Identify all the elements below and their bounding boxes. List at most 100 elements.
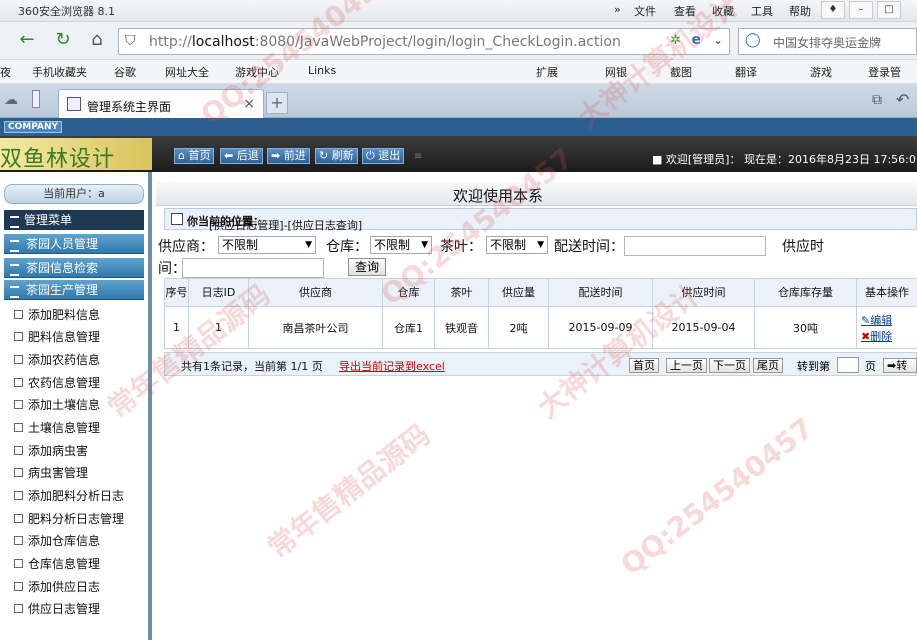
warehouse-select[interactable]: 不限制 ▼: [370, 236, 432, 254]
home-icon[interactable]: ⌂: [84, 28, 110, 54]
shield-icon: ⛉: [125, 33, 136, 49]
sidebar-item-fertilizer-mgmt[interactable]: 肥料信息管理: [13, 328, 100, 345]
sidebar-section-production[interactable]: 茶园生产管理: [4, 280, 144, 300]
col-delivery-time: 配送时间: [548, 278, 653, 307]
first-page-button[interactable]: 首页: [629, 358, 659, 373]
sidebar-item-warehouse-mgmt[interactable]: 仓库信息管理: [13, 555, 100, 572]
edit-link[interactable]: ✎编辑: [861, 312, 917, 328]
sidebar-item-fertilizer-log-mgmt[interactable]: 肥料分析日志管理: [13, 510, 124, 527]
fav-bank[interactable]: 网银: [605, 64, 627, 80]
fav-screenshot[interactable]: 截图: [670, 64, 692, 80]
company-strip: COMPANY: [0, 118, 917, 136]
tea-select[interactable]: 不限制 ▼: [486, 236, 548, 254]
fav-game-center[interactable]: 游戏中心: [235, 64, 279, 80]
cell-stock: 30吨: [754, 306, 857, 349]
fav-login[interactable]: 登录管: [868, 64, 901, 80]
sidebar-item-add-fertilizer[interactable]: 添加肥料信息: [13, 306, 100, 323]
next-page-button[interactable]: 下一页: [709, 358, 750, 373]
new-tab-button[interactable]: +: [266, 92, 288, 114]
fav-translate[interactable]: 翻译: [735, 64, 757, 80]
menu-help[interactable]: 帮助: [789, 3, 811, 19]
tab-main[interactable]: 管理系统主界面 ×: [58, 89, 264, 118]
menu-view[interactable]: 查看: [674, 3, 696, 19]
sidebar-item-add-pesticide[interactable]: 添加农药信息: [13, 351, 100, 368]
fav-google[interactable]: 谷歌: [114, 64, 136, 80]
fav-mobile[interactable]: 手机收藏夹: [32, 64, 87, 80]
delivery-time-label: 配送时间：: [554, 239, 624, 255]
goto-label: 转到第: [797, 360, 830, 373]
sidebar-item-add-fertilizer-log[interactable]: 添加肥料分析日志: [13, 487, 124, 504]
export-excel-link[interactable]: 导出当前记录到excel: [339, 358, 445, 374]
home-button[interactable]: ⌂ 首页: [174, 148, 215, 164]
col-stock: 仓库库存量: [754, 278, 857, 307]
close-icon[interactable]: ×: [243, 96, 255, 112]
minimize-icon[interactable]: –: [849, 1, 873, 19]
dropdown-chevron-icon[interactable]: ⌄: [713, 33, 723, 47]
cell-log-id: 1: [188, 306, 249, 349]
col-index: 序号: [164, 278, 189, 307]
logout-button[interactable]: ⏻ 退出: [362, 148, 405, 164]
sidebar-item-supply-log-mgmt[interactable]: 供应日志管理: [13, 600, 100, 617]
back-button[interactable]: ⬅ 后退: [220, 148, 263, 164]
menu-file[interactable]: 文件: [634, 3, 656, 19]
skin-icon[interactable]: ♦: [821, 1, 845, 19]
search-box[interactable]: ◯ 中国女排夺奥运金牌: [738, 28, 917, 55]
ie-icon[interactable]: e: [692, 32, 702, 48]
list-icon: [171, 213, 183, 225]
tab-list-icon[interactable]: ⧉: [872, 92, 882, 108]
fav-extensions[interactable]: 扩展: [536, 64, 558, 80]
col-log-id: 日志ID: [188, 278, 249, 307]
sidebar-toggle-icon[interactable]: [32, 90, 40, 108]
refresh-icon[interactable]: ↻: [50, 28, 76, 54]
col-warehouse: 仓库: [382, 278, 435, 307]
undo-icon[interactable]: ↶: [896, 90, 909, 109]
cell-actions: ✎编辑 ✖删除: [856, 306, 917, 349]
sidebar-item-add-soil[interactable]: 添加土壤信息: [13, 396, 100, 413]
address-bar[interactable]: ⛉ http://localhost:8080/JavaWebProject/l…: [118, 28, 730, 55]
content-title-bar: 欢迎使用本系: [156, 182, 917, 206]
delete-link[interactable]: ✖删除: [861, 328, 917, 344]
forward-button[interactable]: ➡ 前进: [267, 148, 310, 164]
sidebar-item-add-warehouse[interactable]: 添加仓库信息: [13, 532, 100, 549]
speed-icon[interactable]: ✲: [670, 33, 681, 48]
browser-titlebar: 360安全浏览器 8.1 » 文件 查看 收藏 工具 帮助 ♦ – □: [0, 0, 917, 22]
sidebar-item-pest-mgmt[interactable]: 病虫害管理: [13, 464, 88, 481]
restore-icon[interactable]: □: [877, 1, 901, 19]
supplier-label: 供应商：: [158, 239, 214, 255]
sidebar-item-add-supply-log[interactable]: 添加供应日志: [13, 578, 100, 595]
col-supply-time: 供应时间: [652, 278, 755, 307]
sidebar-item-add-pest[interactable]: 添加病虫害: [13, 442, 88, 459]
page-title: 欢迎使用本系: [453, 187, 544, 205]
refresh-button[interactable]: ↻ 刷新: [315, 148, 358, 164]
menu-arrow[interactable]: »: [614, 3, 621, 16]
col-tea: 茶叶: [434, 278, 489, 307]
sidebar: 当前用户：a 管理菜单 茶园人员管理 茶园信息检索 茶园生产管理 添加肥料信息 …: [0, 172, 152, 640]
col-supplier: 供应商: [248, 278, 383, 307]
sidebar-item-soil-mgmt[interactable]: 土壤信息管理: [13, 419, 100, 436]
sidebar-section-search[interactable]: 茶园信息检索: [4, 258, 144, 278]
goto-page-input[interactable]: [837, 357, 859, 373]
menu-title[interactable]: 管理菜单: [4, 210, 144, 230]
sidebar-item-pesticide-mgmt[interactable]: 农药信息管理: [13, 374, 100, 391]
search-engine-icon[interactable]: ◯: [745, 32, 761, 48]
prev-page-button[interactable]: 上一页: [666, 358, 707, 373]
warehouse-label: 仓库：: [326, 239, 368, 255]
go-button[interactable]: ➡转: [883, 358, 917, 373]
sidebar-section-staff[interactable]: 茶园人员管理: [4, 234, 144, 254]
back-arrow-icon[interactable]: ←: [14, 28, 40, 54]
welcome-text: ■ 欢迎[管理员]： 现在是：2016年8月23日 17:56:0: [652, 153, 916, 166]
fav-hao[interactable]: 网址大全: [165, 64, 209, 80]
menu-tools[interactable]: 工具: [751, 3, 773, 19]
delivery-time-input[interactable]: [624, 236, 766, 256]
cloud-icon[interactable]: ☁: [4, 92, 18, 108]
fav-links[interactable]: Links: [308, 64, 336, 77]
cell-warehouse: 仓库1: [382, 306, 435, 349]
last-page-button[interactable]: 尾页: [753, 358, 783, 373]
fav-games[interactable]: 游戏: [810, 64, 832, 80]
supplier-select[interactable]: 不限制 ▼: [218, 236, 316, 254]
query-button[interactable]: 查询: [348, 258, 386, 276]
edit-icon: ✎: [861, 313, 871, 327]
supply-time-input[interactable]: [182, 258, 324, 278]
menu-favorites[interactable]: 收藏: [712, 3, 734, 19]
fav-cut: 夜: [0, 66, 11, 79]
